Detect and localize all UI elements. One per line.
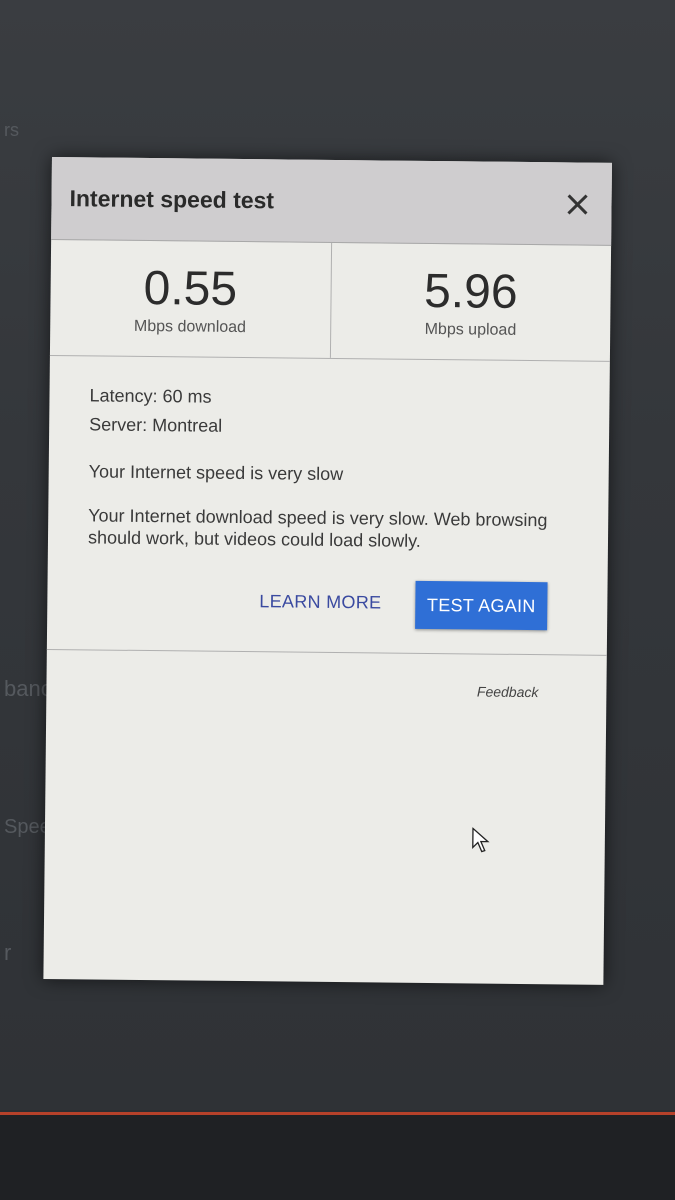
upload-unit: Mbps upload bbox=[424, 320, 517, 339]
upload-stat: 5.96 Mbps upload bbox=[329, 242, 612, 361]
server-text: Server: Montreal bbox=[89, 414, 223, 436]
background-fragment: Spee bbox=[4, 816, 51, 838]
learn-more-link[interactable]: LEARN MORE bbox=[259, 591, 381, 613]
background-fragment: r bbox=[4, 940, 12, 965]
dialog-header: Internet speed test bbox=[51, 157, 612, 246]
speed-description: Your Internet download speed is very slo… bbox=[87, 505, 548, 551]
background-fragment: rs bbox=[4, 120, 19, 140]
dialog-divider bbox=[46, 648, 607, 656]
speed-stats: 0.55 Mbps download 5.96 Mbps upload bbox=[49, 239, 612, 362]
mouse-pointer-icon bbox=[472, 827, 490, 853]
latency-text: Latency: 60 ms bbox=[89, 385, 212, 407]
speed-test-dialog: Internet speed test 0.55 Mbps download 5… bbox=[43, 157, 612, 985]
speed-summary: Your Internet speed is very slow bbox=[88, 461, 344, 485]
test-details: Latency: 60 ms Server: Montreal Your Int… bbox=[88, 385, 560, 553]
test-again-button[interactable]: TEST AGAIN bbox=[415, 580, 548, 631]
close-button[interactable] bbox=[563, 190, 591, 218]
download-unit: Mbps download bbox=[133, 317, 247, 337]
dialog-actions: LEARN MORE TEST AGAIN bbox=[47, 577, 607, 633]
dialog-title: Internet speed test bbox=[69, 185, 275, 214]
feedback-link[interactable]: Feedback bbox=[477, 683, 539, 700]
background-fragment: banc bbox=[4, 676, 52, 701]
close-icon[interactable] bbox=[563, 190, 591, 218]
upload-value: 5.96 bbox=[423, 264, 518, 319]
download-stat: 0.55 Mbps download bbox=[50, 240, 331, 358]
download-value: 0.55 bbox=[143, 261, 238, 316]
monitor-bezel bbox=[0, 1115, 675, 1200]
